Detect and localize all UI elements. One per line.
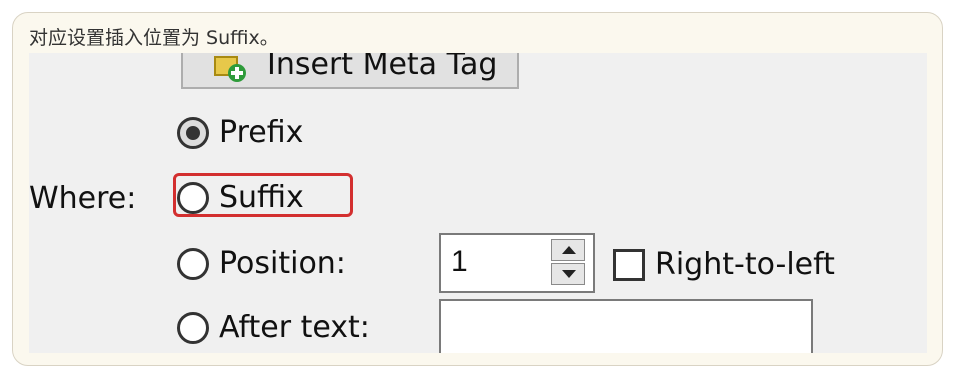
dialog-screenshot: Insert Meta Tag Where: Prefix Suffix Pos…: [29, 53, 927, 353]
caption-text: 对应设置插入位置为 Suffix。: [29, 27, 279, 49]
position-spinbox[interactable]: 1: [439, 233, 595, 293]
prefix-label: Prefix: [219, 115, 304, 150]
prefix-radio[interactable]: [177, 116, 209, 149]
right-to-left-label: Right-to-left: [655, 247, 835, 282]
where-label: Where:: [29, 181, 137, 216]
position-value: 1: [451, 245, 468, 278]
insert-meta-tag-label: Insert Meta Tag: [267, 53, 498, 82]
spin-arrows: [551, 239, 587, 287]
after-text-input[interactable]: [439, 299, 813, 353]
position-radio[interactable]: [177, 247, 209, 280]
option-after-text[interactable]: After text:: [177, 310, 370, 345]
position-label: Position:: [219, 246, 346, 281]
caption-card: 对应设置插入位置为 Suffix。 Insert Meta Tag Where:…: [12, 12, 943, 366]
after-text-label: After text:: [219, 310, 370, 345]
spin-up-arrow-icon[interactable]: [551, 239, 585, 261]
spin-down-arrow-icon[interactable]: [551, 263, 585, 285]
right-to-left-option[interactable]: Right-to-left: [613, 247, 835, 282]
after-text-radio[interactable]: [177, 311, 209, 344]
option-prefix[interactable]: Prefix: [177, 115, 303, 150]
insert-meta-tag-button[interactable]: Insert Meta Tag: [181, 53, 519, 89]
right-to-left-checkbox[interactable]: [613, 248, 645, 281]
option-position[interactable]: Position:: [177, 246, 346, 281]
suffix-highlight-box: [173, 173, 353, 217]
tag-add-icon: [214, 56, 246, 82]
